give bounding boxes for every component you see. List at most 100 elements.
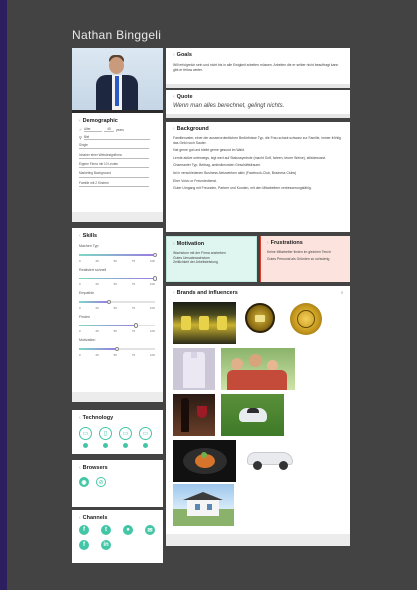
tablet-icon[interactable]: ▯ bbox=[99, 427, 112, 440]
demographic-title: ‹ Demographic bbox=[79, 118, 118, 124]
golf-club-logo[interactable] bbox=[245, 303, 275, 333]
chevron-icon: ‹ bbox=[79, 465, 81, 471]
background-paragraph[interactable]: Eher Volvo or Freundedienst. bbox=[173, 179, 343, 184]
chrome-icon[interactable]: ◉ bbox=[79, 477, 89, 487]
quote-text[interactable]: Wenn man alles berechnet, gelingt nichts… bbox=[173, 103, 343, 109]
skill-scale-tick: 75 bbox=[131, 352, 136, 357]
family-image[interactable] bbox=[221, 348, 295, 390]
skill-slider-handle[interactable] bbox=[152, 252, 157, 257]
motivation-title: ‹ Motivation bbox=[173, 241, 205, 247]
background-paragraph[interactable]: Lernte aktive unterwegs, legt wert auf S… bbox=[173, 156, 343, 161]
brands-header: ‹ Brands and influencers 9 bbox=[173, 290, 343, 296]
skill-label: Empathie bbox=[79, 291, 95, 295]
award-seal-logo[interactable] bbox=[290, 303, 322, 335]
skill-slider[interactable] bbox=[79, 252, 157, 257]
chevron-icon: ‹ bbox=[173, 52, 175, 58]
card-footer bbox=[72, 212, 163, 222]
background-paragraph[interactable]: Guter Umgang mit Freunden, Partner und K… bbox=[173, 186, 343, 191]
demographic-line[interactable]: Eigene Firma mit 10 Leuten bbox=[79, 161, 149, 169]
skill-scale-tick: 0 bbox=[79, 282, 81, 286]
background-title: ‹ Background bbox=[173, 126, 209, 132]
skill-scale-tick: 0 bbox=[79, 258, 81, 263]
background-paragraph[interactable]: Familienvater, einer der ausserordentlic… bbox=[173, 136, 343, 145]
quote-title: ‹ Quote bbox=[173, 94, 193, 100]
skill-scale-tick: 0 bbox=[79, 352, 81, 357]
goals-text[interactable]: Will erfolgreich sein und nicht bis in a… bbox=[173, 63, 343, 72]
skill-slider-handle[interactable] bbox=[152, 276, 157, 281]
house-image[interactable] bbox=[173, 484, 234, 526]
chevron-icon: ‹ bbox=[79, 415, 81, 421]
sidebar-strip bbox=[0, 0, 7, 590]
demographic-line[interactable]: Inhaber einer Webdesignfirma bbox=[79, 151, 149, 159]
facebook-icon[interactable]: f bbox=[79, 525, 89, 535]
desktop-icon[interactable]: ▭ bbox=[79, 427, 92, 440]
motivation-card: ‹ Motivation Wachstum mit der Firma anstr… bbox=[166, 236, 257, 282]
tumblr-icon[interactable]: t bbox=[101, 525, 111, 535]
skill-scale-tick: 25 bbox=[95, 352, 99, 357]
frustration-line[interactable]: Keine Mitarbeiter finden im gleichen Ten… bbox=[267, 250, 344, 255]
chevron-icon: ‹ bbox=[79, 233, 81, 239]
background-paragraph[interactable]: Hat gerne gut und bleibt gerne gesund im… bbox=[173, 148, 343, 153]
goals-title: ‹ Goals bbox=[173, 52, 192, 58]
apple-icon bbox=[83, 443, 88, 448]
frustration-line[interactable]: Gutes Personal als Gründen zu schwierig bbox=[267, 257, 344, 262]
background-card: ‹ Background Familienvater, einer der aus… bbox=[166, 122, 350, 232]
laptop-icon[interactable]: ▭ bbox=[119, 427, 132, 440]
safari-icon[interactable]: ⊘ bbox=[96, 477, 106, 487]
frustrations-card: ‹ Frustrations Keine Mitarbeiter finden i… bbox=[260, 236, 350, 282]
skill-scale-tick: 50 bbox=[113, 305, 117, 310]
location-row: ⚲ Biel bbox=[79, 135, 156, 140]
location-pin-icon: ⚲ bbox=[79, 135, 82, 140]
wine-image[interactable] bbox=[173, 394, 215, 436]
skill-slider[interactable] bbox=[79, 299, 155, 304]
skill-slider[interactable] bbox=[79, 346, 155, 351]
age-row: ♂ Alter 45 years bbox=[79, 127, 156, 132]
skill-item: Realisiert schnell 0 25 50 75 100 bbox=[79, 267, 157, 286]
background-paragraph[interactable]: Ist in verschiedenen Business-Netzwerken… bbox=[173, 171, 343, 176]
skill-slider-handle[interactable] bbox=[133, 323, 138, 328]
skill-slider[interactable] bbox=[79, 276, 157, 281]
gender-icon: ♂ bbox=[79, 127, 82, 132]
restaurant-image[interactable] bbox=[173, 302, 236, 344]
shirt-image[interactable] bbox=[173, 348, 215, 390]
user-icon[interactable]: ● bbox=[123, 525, 133, 535]
linkedin-icon[interactable]: in bbox=[101, 540, 111, 550]
skill-slider-fill bbox=[79, 277, 155, 279]
skill-slider-handle[interactable] bbox=[106, 299, 112, 304]
skill-scale-tick: 100 bbox=[149, 258, 155, 263]
mail-icon[interactable]: ✉ bbox=[145, 525, 155, 535]
gourmet-dish-image[interactable] bbox=[173, 440, 236, 482]
age-input[interactable]: 45 bbox=[104, 127, 114, 132]
skill-scale: 0 25 50 75 100 bbox=[79, 329, 155, 333]
skill-scale-tick: 100 bbox=[149, 282, 155, 286]
skill-label: Motivation bbox=[79, 338, 96, 342]
skill-slider[interactable] bbox=[79, 323, 155, 328]
chevron-icon: ‹ bbox=[79, 118, 81, 124]
goals-card: ‹ Goals Will erfolgreich sein und nicht b… bbox=[166, 48, 350, 84]
persona-photo bbox=[72, 48, 163, 110]
demographic-line[interactable]: Marketing Background bbox=[79, 170, 149, 178]
skill-slider-fill bbox=[79, 348, 117, 350]
demographic-line[interactable]: Familie mit 2 Kindern bbox=[79, 180, 149, 187]
skill-slider-fill bbox=[79, 254, 155, 256]
skill-label: Realisiert schnell bbox=[79, 267, 107, 272]
card-footer bbox=[166, 114, 350, 118]
skill-scale-tick: 25 bbox=[95, 258, 99, 263]
mercedes-car-image[interactable] bbox=[243, 442, 298, 474]
skill-item: Machen Typ 0 25 50 75 100 bbox=[79, 244, 157, 263]
skill-scale-tick: 25 bbox=[95, 329, 99, 333]
skill-scale-tick: 100 bbox=[149, 305, 155, 310]
skill-slider-handle[interactable] bbox=[114, 346, 119, 351]
channels-title: ‹ Channels bbox=[79, 515, 108, 521]
robot-mower-image[interactable] bbox=[221, 394, 284, 436]
apple-icon bbox=[123, 443, 128, 448]
monitor-icon[interactable]: ▭ bbox=[139, 427, 152, 440]
location-input[interactable]: Biel bbox=[83, 135, 150, 140]
technology-title: ‹ Technology bbox=[79, 415, 114, 421]
background-paragraph[interactable]: Charmanter Typ, Beitrag, amiknikmosten G… bbox=[173, 163, 343, 168]
demographic-line[interactable]: Single bbox=[79, 142, 149, 150]
fb-icon[interactable]: f bbox=[79, 540, 89, 550]
demographic-card: ‹ Demographic ♂ Alter 45 years ⚲ Biel Sin… bbox=[72, 113, 163, 212]
chevron-icon: ‹ bbox=[173, 241, 175, 247]
motivation-line[interactable]: Zeitlichkeit der Arbeitsleistung bbox=[173, 260, 250, 265]
